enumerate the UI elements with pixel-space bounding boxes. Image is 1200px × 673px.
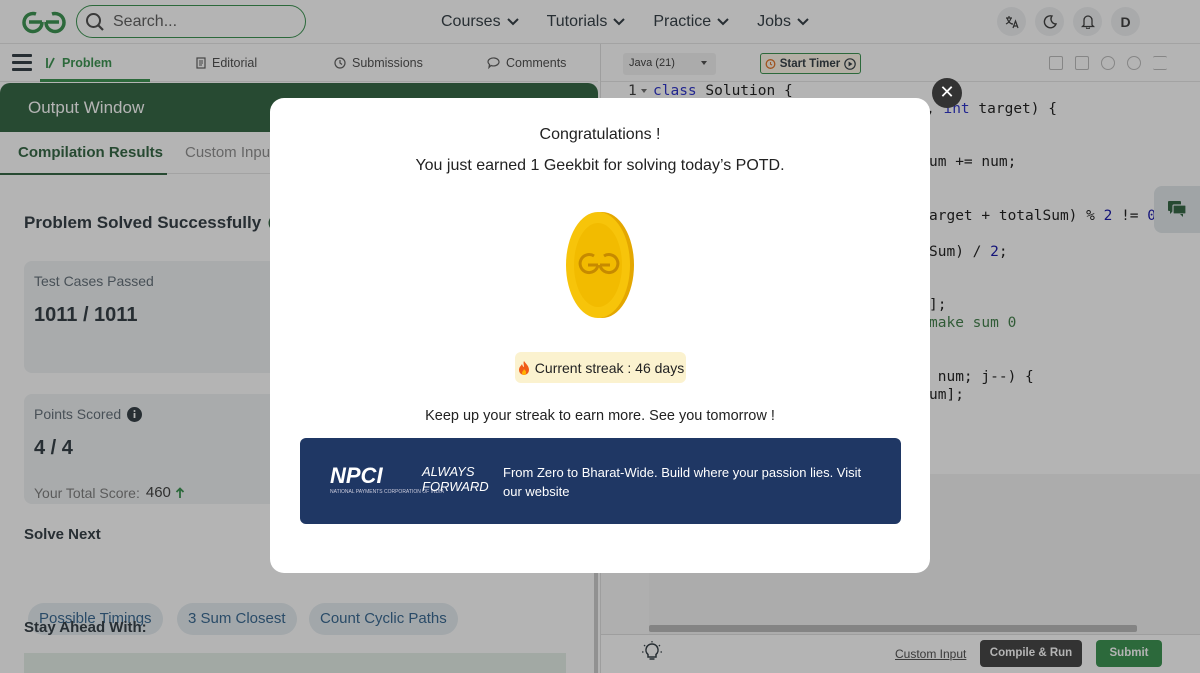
close-modal-button[interactable]: ✕ bbox=[932, 78, 962, 108]
geekbit-coin-icon bbox=[566, 212, 634, 318]
streak-text: Current streak : 46 days bbox=[534, 359, 685, 376]
streak-badge: Current streak : 46 days bbox=[515, 352, 686, 383]
npci-tagline-1: ALWAYS bbox=[422, 464, 475, 479]
npci-tagline-2: FORWARD bbox=[422, 479, 489, 494]
modal-subtitle: You just earned 1 Geekbit for solving to… bbox=[415, 157, 785, 174]
potd-congrats-modal: Congratulations ! You just earned 1 Geek… bbox=[270, 98, 930, 573]
modal-keepup-text: Keep up your streak to earn more. See yo… bbox=[425, 408, 775, 424]
modal-title: Congratulations ! bbox=[539, 126, 661, 143]
npci-ad-banner[interactable]: NPCI NATIONAL PAYMENTS CORPORATION OF IN… bbox=[300, 438, 901, 524]
fire-icon bbox=[518, 360, 529, 375]
npci-logo: NPCI bbox=[330, 463, 383, 488]
banner-text: From Zero to Bharat-Wide. Build where yo… bbox=[503, 465, 862, 499]
npci-tagline: ALWAYS FORWARD bbox=[422, 464, 489, 494]
